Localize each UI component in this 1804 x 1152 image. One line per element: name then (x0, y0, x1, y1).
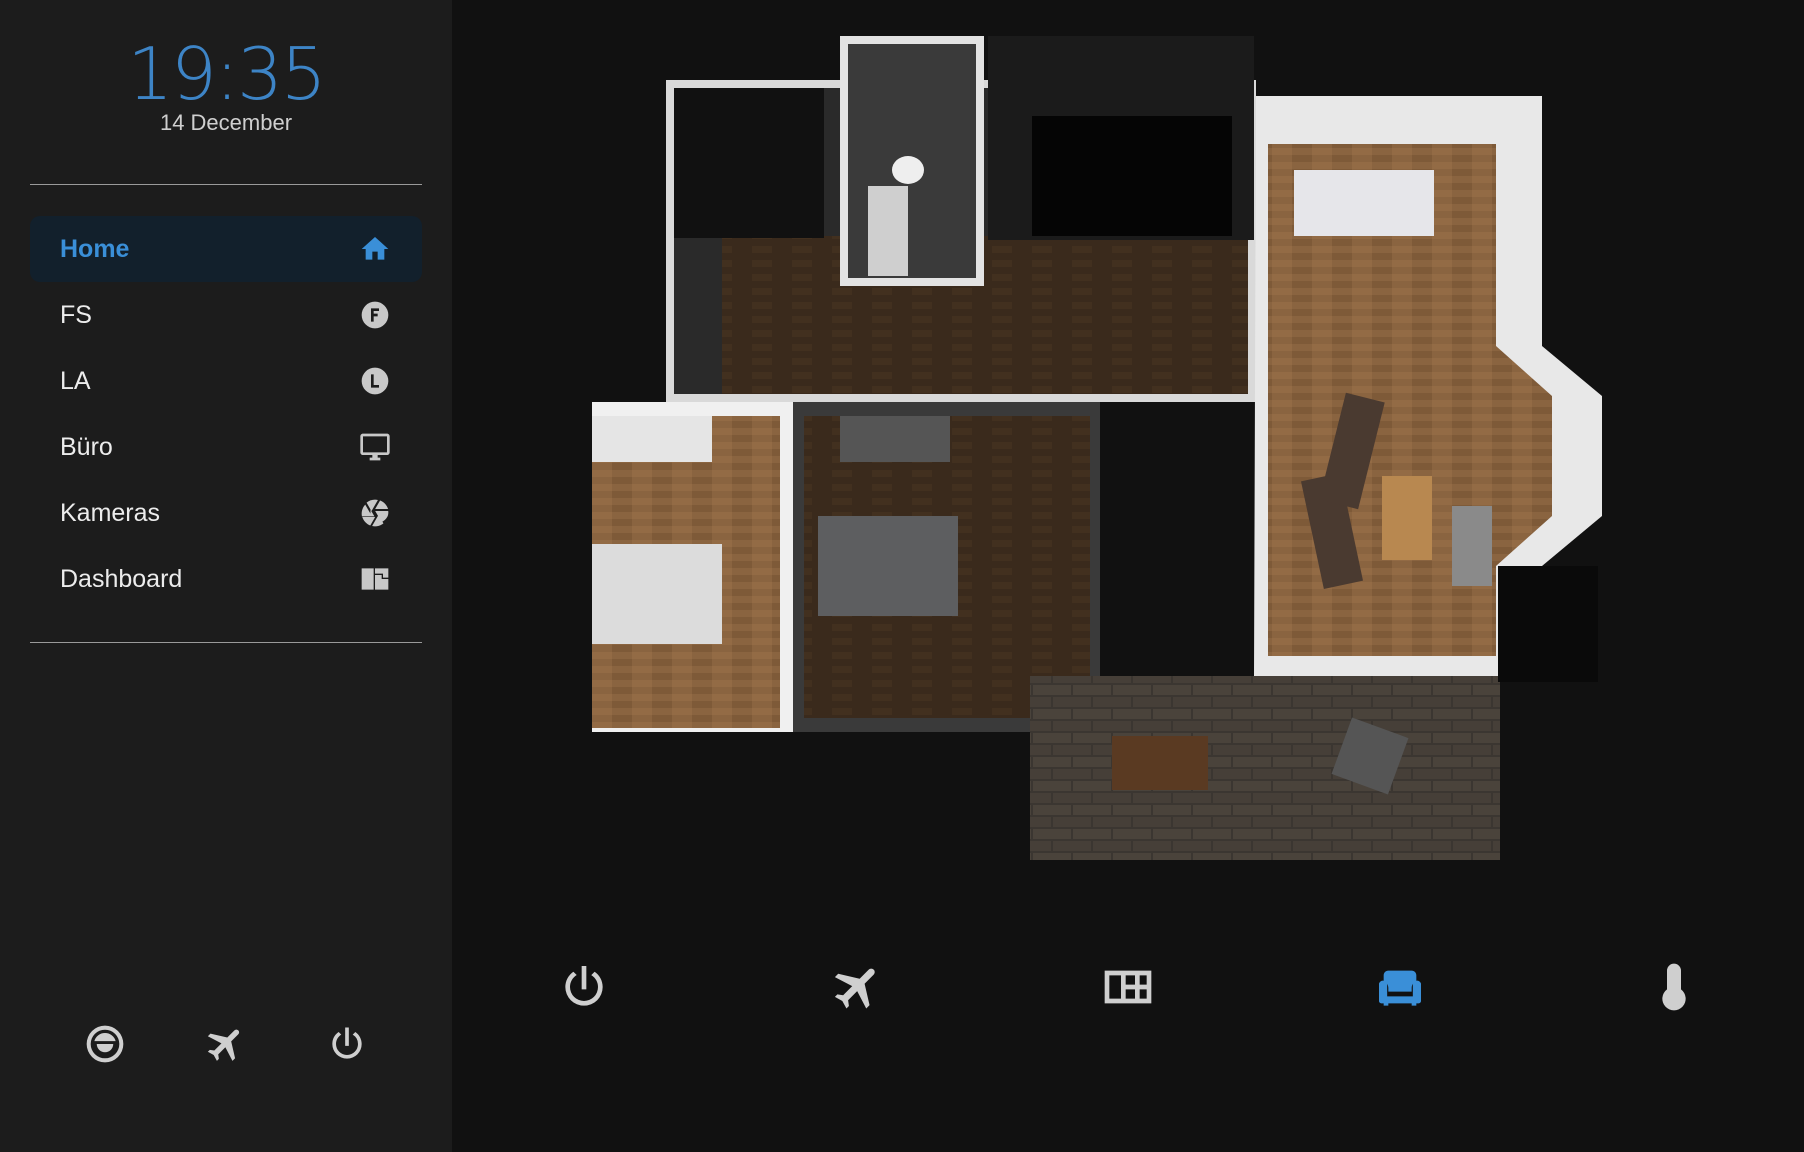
floorplan-icon (1104, 970, 1152, 1004)
clock-date: 14 December (159, 110, 293, 135)
nav-list: Home FS LA Büro Kameras Dashboard (30, 216, 422, 612)
monitor-icon (358, 430, 392, 464)
sidebar: 19:35 14 December Home FS LA Büro Kamera… (0, 0, 452, 1152)
nav-item-buero[interactable]: Büro (30, 414, 422, 480)
nav-item-label: Büro (60, 432, 113, 461)
dashboard-icon (358, 562, 392, 596)
divider-bottom (30, 642, 422, 643)
nav-item-label: Kameras (60, 498, 161, 527)
airplane-icon (207, 1029, 240, 1061)
nav-item-label: LA (60, 366, 91, 395)
letter-l-circle-icon (358, 364, 392, 398)
power-icon (331, 1027, 362, 1059)
sofa-icon (1379, 970, 1421, 1006)
camera-iris-icon (358, 496, 392, 530)
power-button[interactable] (552, 955, 616, 1019)
nav-item-fs[interactable]: FS (30, 282, 422, 348)
sofa-button[interactable] (1368, 955, 1432, 1019)
nav-item-home[interactable]: Home (30, 216, 422, 282)
nav-item-dashboard[interactable]: Dashboard (30, 546, 422, 612)
power-icon (565, 966, 603, 1006)
nav-item-la[interactable]: LA (30, 348, 422, 414)
nav-item-label: FS (60, 300, 92, 329)
bottom-action-bar (452, 955, 1804, 1035)
divider-top (30, 184, 422, 185)
nav-item-kameras[interactable]: Kameras (30, 480, 422, 546)
airplane-mode-button[interactable] (202, 1020, 250, 1068)
thermometer-button[interactable] (1642, 955, 1706, 1019)
nav-item-label: Dashboard (60, 564, 183, 593)
home-icon (358, 232, 392, 266)
clock-time: 19:35 (127, 32, 327, 116)
floorplan-image (518, 36, 1642, 871)
sidebar-quick-actions (0, 1020, 452, 1068)
nav-item-label: Home (60, 234, 130, 263)
letter-f-circle-icon (358, 298, 392, 332)
floorplan-button[interactable] (1096, 955, 1160, 1019)
airplane-mode-button[interactable] (826, 955, 890, 1019)
robot-vacuum-icon (86, 1025, 124, 1063)
power-button[interactable] (323, 1020, 371, 1068)
robot-vacuum-button[interactable] (81, 1020, 129, 1068)
airplane-icon (834, 968, 875, 1009)
thermometer-icon (1662, 963, 1686, 1011)
